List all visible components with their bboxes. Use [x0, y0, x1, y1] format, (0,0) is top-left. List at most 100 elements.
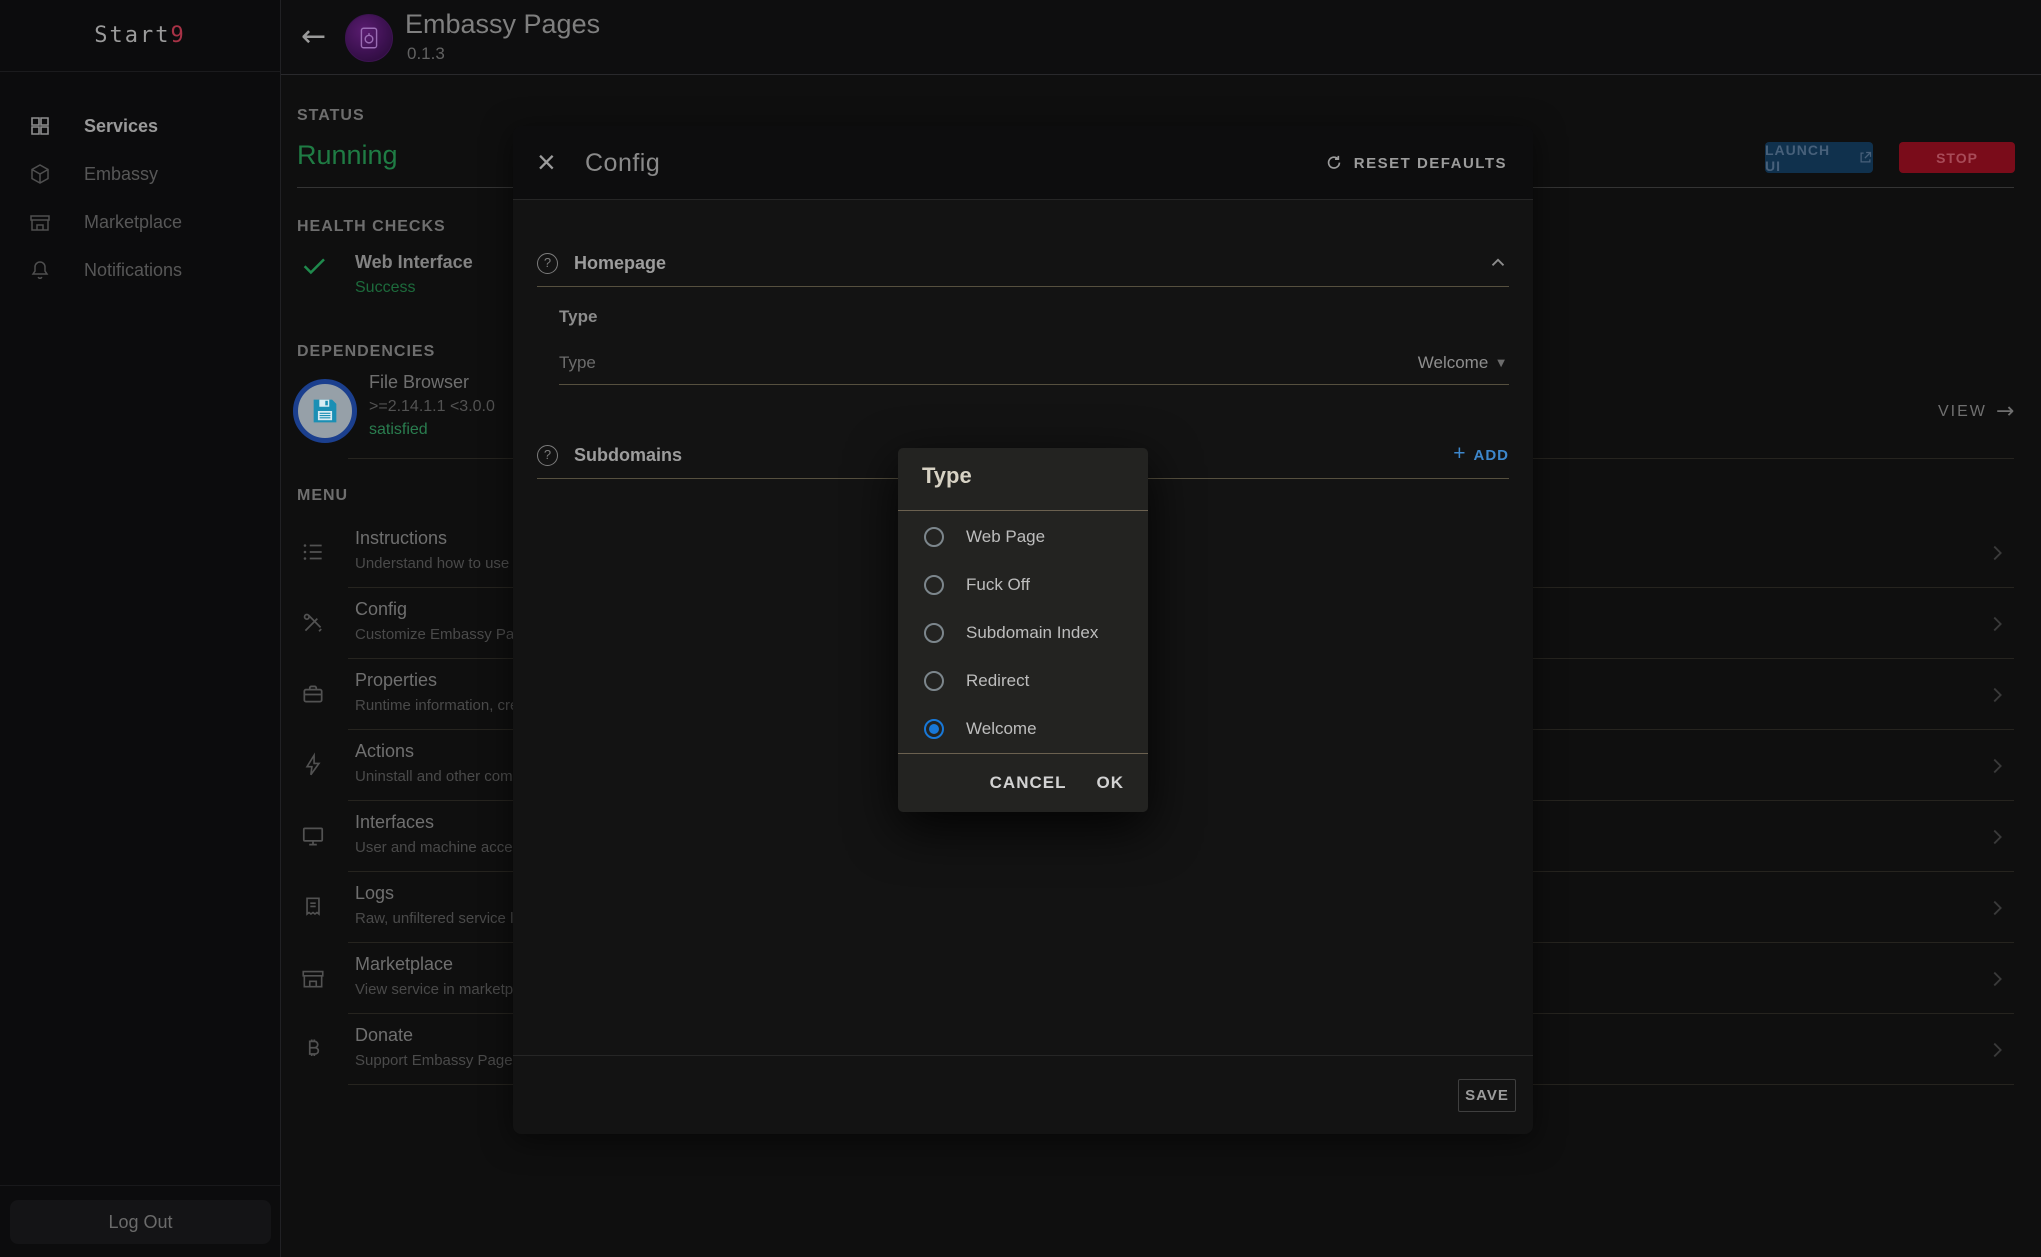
external-link-icon: [1858, 150, 1873, 165]
radio-icon: [924, 527, 944, 547]
dialog-divider-top: [898, 510, 1148, 511]
chevron-right-icon: [1986, 897, 2008, 919]
homepage-divider: [537, 286, 1509, 287]
menu-item-title: Instructions: [355, 528, 447, 549]
sidebar-item-services[interactable]: Services: [0, 102, 280, 150]
health-checks-section-label: HEALTH CHECKS: [297, 218, 446, 236]
reset-defaults-button[interactable]: RESET DEFAULTS: [1324, 126, 1507, 200]
menu-section-label: MENU: [297, 487, 348, 505]
radio-icon: [924, 671, 944, 691]
radio-option-subdomain-index[interactable]: Subdomain Index: [898, 609, 1148, 657]
menu-item-title: Interfaces: [355, 812, 434, 833]
chevron-right-icon: [1986, 613, 2008, 635]
add-subdomain-button[interactable]: + ADD: [1453, 444, 1509, 466]
cancel-button[interactable]: CANCEL: [990, 773, 1067, 793]
receipt-icon: [300, 894, 326, 920]
homepage-section-label: Homepage: [574, 253, 666, 274]
status-value: Running: [297, 140, 398, 171]
dependencies-section-label: DEPENDENCIES: [297, 343, 435, 361]
sidebar-divider: [0, 1185, 280, 1186]
sidebar-item-notifications[interactable]: Notifications: [0, 246, 280, 294]
ok-button[interactable]: OK: [1097, 773, 1125, 793]
close-icon[interactable]: ×: [537, 126, 556, 198]
logo-accent: 9: [170, 23, 185, 48]
dependency-view-link[interactable]: VIEW →: [1938, 399, 2014, 424]
menu-item-subtitle: Raw, unfiltered service logs: [355, 910, 538, 927]
subdomains-section-label: Subdomains: [574, 445, 682, 466]
menu-item-title: Properties: [355, 670, 437, 691]
floppy-disk-icon: [308, 394, 342, 428]
type-dialog: Type Web Page Fuck Off Subdomain Index R…: [898, 448, 1148, 812]
refresh-icon: [1324, 153, 1344, 173]
menu-item-title: Config: [355, 599, 407, 620]
plus-icon: +: [1453, 442, 1466, 466]
radio-option-web-page[interactable]: Web Page: [898, 513, 1148, 561]
radio-icon: [924, 623, 944, 643]
chevron-right-icon: [1986, 684, 2008, 706]
radio-option-label: Web Page: [966, 513, 1045, 561]
cube-icon: [28, 162, 52, 186]
help-circle-icon: ?: [537, 253, 558, 274]
menu-item-title: Actions: [355, 741, 414, 762]
launch-ui-button[interactable]: LAUNCH UI: [1765, 142, 1873, 173]
logout-button[interactable]: Log Out: [10, 1200, 271, 1244]
sidebar-item-label: Marketplace: [84, 198, 182, 246]
sidebar-item-marketplace[interactable]: Marketplace: [0, 198, 280, 246]
page-title: Embassy Pages: [405, 9, 600, 40]
radio-selected-icon: [924, 719, 944, 739]
type-field-label: Type: [559, 353, 596, 373]
stop-label: STOP: [1936, 150, 1978, 166]
dialog-actions: CANCEL OK: [990, 753, 1124, 812]
add-label: ADD: [1474, 447, 1510, 464]
radio-option-label: Redirect: [966, 657, 1029, 705]
file-browser-icon: [293, 379, 357, 443]
chevron-right-icon: [1986, 755, 2008, 777]
monitor-icon: [300, 823, 326, 849]
homepage-section-header[interactable]: ? Homepage: [537, 242, 1509, 284]
storefront-icon: [28, 210, 52, 234]
sidebar-item-label: Services: [84, 102, 158, 150]
storefront-icon: [300, 965, 326, 991]
start9-logo: Start9: [0, 0, 280, 72]
page-header: ← Embassy Pages 0.1.3: [281, 0, 2041, 75]
bitcoin-icon: [300, 1036, 326, 1062]
radio-option-label: Welcome: [966, 705, 1037, 753]
menu-item-title: Donate: [355, 1025, 413, 1046]
menu-item-subtitle: Support Embassy Pages: [355, 1052, 520, 1069]
check-icon: [299, 250, 329, 280]
list-icon: [300, 539, 326, 565]
type-select-field[interactable]: Type Welcome ▼: [559, 342, 1505, 384]
help-circle-icon: ?: [537, 445, 558, 466]
radio-option-redirect[interactable]: Redirect: [898, 657, 1148, 705]
view-label: VIEW: [1938, 403, 1987, 421]
save-button[interactable]: SAVE: [1458, 1079, 1516, 1112]
radio-option-label: Fuck Off: [966, 561, 1030, 609]
stop-button[interactable]: STOP: [1899, 142, 2015, 173]
grid-icon: [28, 114, 52, 138]
app-version: 0.1.3: [407, 44, 445, 64]
radio-option-label: Subdomain Index: [966, 609, 1098, 657]
sidebar-item-label: Embassy: [84, 150, 158, 198]
sidebar-item-embassy[interactable]: Embassy: [0, 150, 280, 198]
tools-icon: [300, 610, 326, 636]
chevron-right-icon: [1986, 968, 2008, 990]
menu-item-title: Logs: [355, 883, 394, 904]
chevron-right-icon: [1986, 542, 2008, 564]
back-arrow-icon[interactable]: ←: [301, 0, 326, 73]
health-check-result: Success: [355, 279, 415, 297]
radio-option-fuck-off[interactable]: Fuck Off: [898, 561, 1148, 609]
launch-ui-label: LAUNCH UI: [1765, 142, 1850, 174]
menu-item-title: Marketplace: [355, 954, 453, 975]
dependency-status: satisfied: [369, 421, 428, 439]
type-field-underline: [559, 384, 1509, 385]
start9-app: Start9 Services Embassy Marketplace Noti…: [0, 0, 2041, 1257]
type-group-label: Type: [559, 307, 597, 327]
logo-text: Start: [94, 23, 170, 48]
arrow-right-icon: →: [1996, 399, 2014, 424]
chevron-up-icon: [1487, 252, 1509, 274]
modal-footer-divider: [513, 1055, 1533, 1056]
bell-icon: [28, 258, 52, 282]
config-modal-title: Config: [585, 126, 660, 200]
radio-option-welcome[interactable]: Welcome: [898, 705, 1148, 753]
chevron-right-icon: [1986, 1039, 2008, 1061]
